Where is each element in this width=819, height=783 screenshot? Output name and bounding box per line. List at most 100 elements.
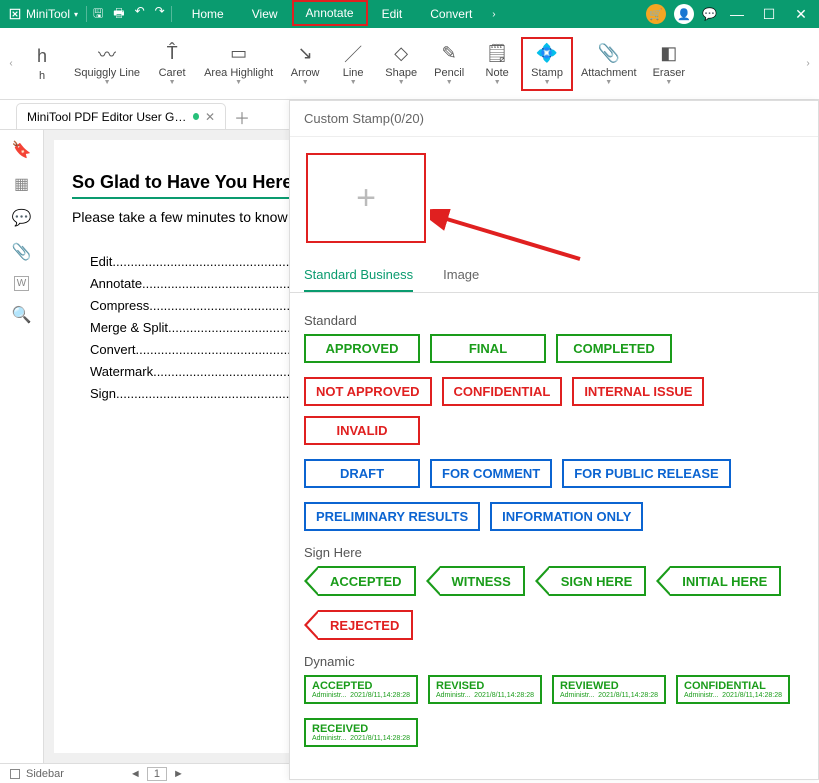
menu-annotate[interactable]: Annotate (292, 0, 368, 26)
page-next-icon[interactable]: ► (173, 768, 184, 780)
stamp-not-approved[interactable]: NOT APPROVED (304, 377, 432, 406)
dropdown-indicator-icon: ▼ (605, 81, 612, 85)
dynamic-stamp-received[interactable]: RECEIVEDAdministr...2021/8/11,14:28:28 (304, 718, 418, 747)
stamp-panel-title: Custom Stamp(0/20) (290, 101, 818, 137)
attachment-icon: 📎 (598, 43, 620, 65)
stamp-rejected[interactable]: REJECTED (304, 610, 413, 640)
stamp-approved[interactable]: APPROVED (304, 334, 420, 363)
undo-icon[interactable]: ↶ (135, 4, 145, 25)
feedback-icon[interactable]: 💬 (702, 7, 717, 21)
stamp-final[interactable]: FINAL (430, 334, 546, 363)
stamp-sign-here[interactable]: SIGN HERE (535, 566, 647, 596)
section-title-dynamic: Dynamic (304, 654, 804, 669)
area-highlight-icon: ▭ (230, 43, 247, 65)
thumbnails-icon[interactable]: ▦ (14, 174, 29, 194)
sidebar-label: Sidebar (26, 768, 64, 780)
stamp-initial-here[interactable]: INITIAL HERE (656, 566, 781, 596)
section-title-standard: Standard (304, 313, 804, 328)
stamp-information-only[interactable]: INFORMATION ONLY (490, 502, 643, 531)
menu-home[interactable]: Home (178, 0, 238, 28)
user-icon[interactable]: 👤 (674, 4, 694, 24)
add-custom-stamp-button[interactable]: + (306, 153, 426, 243)
save-icon[interactable]: 🖫 (93, 4, 103, 25)
stamp-accepted[interactable]: ACCEPTED (304, 566, 416, 596)
stamp-preliminary-results[interactable]: PRELIMINARY RESULTS (304, 502, 480, 531)
cart-icon[interactable]: 🛒 (646, 4, 666, 24)
main-menu: HomeViewAnnotateEditConvert (178, 0, 487, 28)
tool-shape[interactable]: ◇Shape▼ (377, 37, 425, 91)
stamp-tab-standard-business[interactable]: Standard Business (304, 259, 413, 292)
dropdown-indicator-icon: ▼ (665, 81, 672, 85)
close-button[interactable]: ✕ (789, 6, 813, 23)
stamp-invalid[interactable]: INVALID (304, 416, 420, 445)
page-prev-icon[interactable]: ◄ (130, 768, 141, 780)
tool-stamp[interactable]: 💠Stamp▼ (521, 37, 573, 91)
attachments-icon[interactable]: 📎 (12, 242, 32, 262)
h-icon: h (37, 46, 47, 68)
app-name: MiniTool (26, 7, 70, 21)
shape-icon: ◇ (394, 43, 408, 65)
unsaved-indicator-icon (193, 113, 199, 120)
stamp-tab-image[interactable]: Image (443, 259, 479, 292)
dropdown-indicator-icon: ▼ (398, 81, 405, 85)
dropdown-indicator-icon: ▼ (235, 81, 242, 85)
redo-icon[interactable]: ↷ (155, 4, 165, 25)
stamp-row: REJECTED (304, 610, 804, 640)
stamp-row: RECEIVEDAdministr...2021/8/11,14:28:28 (304, 718, 804, 747)
tool-attachment[interactable]: 📎Attachment▼ (573, 37, 645, 91)
dynamic-stamp-accepted[interactable]: ACCEPTEDAdministr...2021/8/11,14:28:28 (304, 675, 418, 704)
ribbon: ‹ hh〰Squiggly Line▼T̂Caret▼▭Area Highlig… (0, 28, 819, 100)
menu-edit[interactable]: Edit (368, 0, 417, 28)
stamp-row: APPROVED FINAL COMPLETED (304, 334, 804, 363)
tool-area-highlight[interactable]: ▭Area Highlight▼ (196, 37, 281, 91)
page-number-input[interactable]: 1 (147, 767, 167, 781)
maximize-button[interactable]: ☐ (757, 6, 781, 23)
stamp-internal-issue[interactable]: INTERNAL ISSUE (572, 377, 704, 406)
pointer-arrow-icon (535, 566, 549, 596)
pointer-arrow-icon (304, 610, 318, 640)
minimize-button[interactable]: — (725, 6, 749, 22)
stamp-row: PRELIMINARY RESULTS INFORMATION ONLY (304, 502, 804, 531)
document-tab[interactable]: MiniTool PDF Editor User Guid... ✕ (16, 103, 226, 129)
stamp-icon: 💠 (536, 43, 558, 65)
stamp-row: NOT APPROVED CONFIDENTIAL INTERNAL ISSUE IN… (304, 377, 804, 445)
ribbon-scroll-right[interactable]: › (801, 28, 815, 99)
stamp-list: Standard APPROVED FINAL COMPLETED NOT APPROV… (290, 293, 818, 779)
stamp-confidential[interactable]: CONFIDENTIAL (442, 377, 563, 406)
dynamic-stamp-revised[interactable]: REVISEDAdministr...2021/8/11,14:28:28 (428, 675, 542, 704)
app-logo: MiniTool ▾ (0, 7, 86, 21)
stamp-category-tabs: Standard Business Image (290, 259, 818, 293)
menu-overflow-icon[interactable]: › (486, 9, 501, 20)
tool-h[interactable]: hh (18, 37, 66, 91)
stamp-completed[interactable]: COMPLETED (556, 334, 672, 363)
dropdown-indicator-icon: ▼ (494, 81, 501, 85)
tool-squiggly-line[interactable]: 〰Squiggly Line▼ (66, 37, 148, 91)
tool-eraser[interactable]: ◧Eraser▼ (645, 37, 693, 91)
stamp-for-public-release[interactable]: FOR PUBLIC RELEASE (562, 459, 730, 488)
tab-close-icon[interactable]: ✕ (205, 110, 215, 124)
stamp-witness[interactable]: WITNESS (426, 566, 525, 596)
stamp-for-comment[interactable]: FOR COMMENT (430, 459, 552, 488)
new-tab-button[interactable]: ＋ (234, 105, 250, 129)
print-icon[interactable]: 🖶 (113, 4, 124, 25)
comments-icon[interactable]: 💬 (12, 208, 32, 228)
tool-pencil[interactable]: ✎Pencil▼ (425, 37, 473, 91)
tool-note[interactable]: 🗒Note▼ (473, 37, 521, 91)
arrow-icon: ↘ (298, 43, 313, 65)
dropdown-indicator-icon: ▼ (350, 81, 357, 85)
dynamic-stamp-reviewed[interactable]: REVIEWEDAdministr...2021/8/11,14:28:28 (552, 675, 666, 704)
app-menu-chevron-icon[interactable]: ▾ (74, 10, 78, 19)
dynamic-stamp-confidential[interactable]: CONFIDENTIALAdministr...2021/8/11,14:28:… (676, 675, 790, 704)
search-icon[interactable]: 🔍 (12, 305, 32, 325)
line-icon: ／ (344, 43, 362, 65)
tool-arrow[interactable]: ↘Arrow▼ (281, 37, 329, 91)
menu-view[interactable]: View (238, 0, 292, 28)
stamp-draft[interactable]: DRAFT (304, 459, 420, 488)
bookmark-icon[interactable]: 🔖 (12, 140, 32, 160)
ribbon-scroll-left[interactable]: ‹ (4, 28, 18, 99)
sidebar-toggle-checkbox[interactable] (10, 769, 20, 779)
tool-caret[interactable]: T̂Caret▼ (148, 37, 196, 91)
menu-convert[interactable]: Convert (416, 0, 486, 28)
tool-line[interactable]: ／Line▼ (329, 37, 377, 91)
word-icon[interactable]: W (14, 276, 29, 291)
